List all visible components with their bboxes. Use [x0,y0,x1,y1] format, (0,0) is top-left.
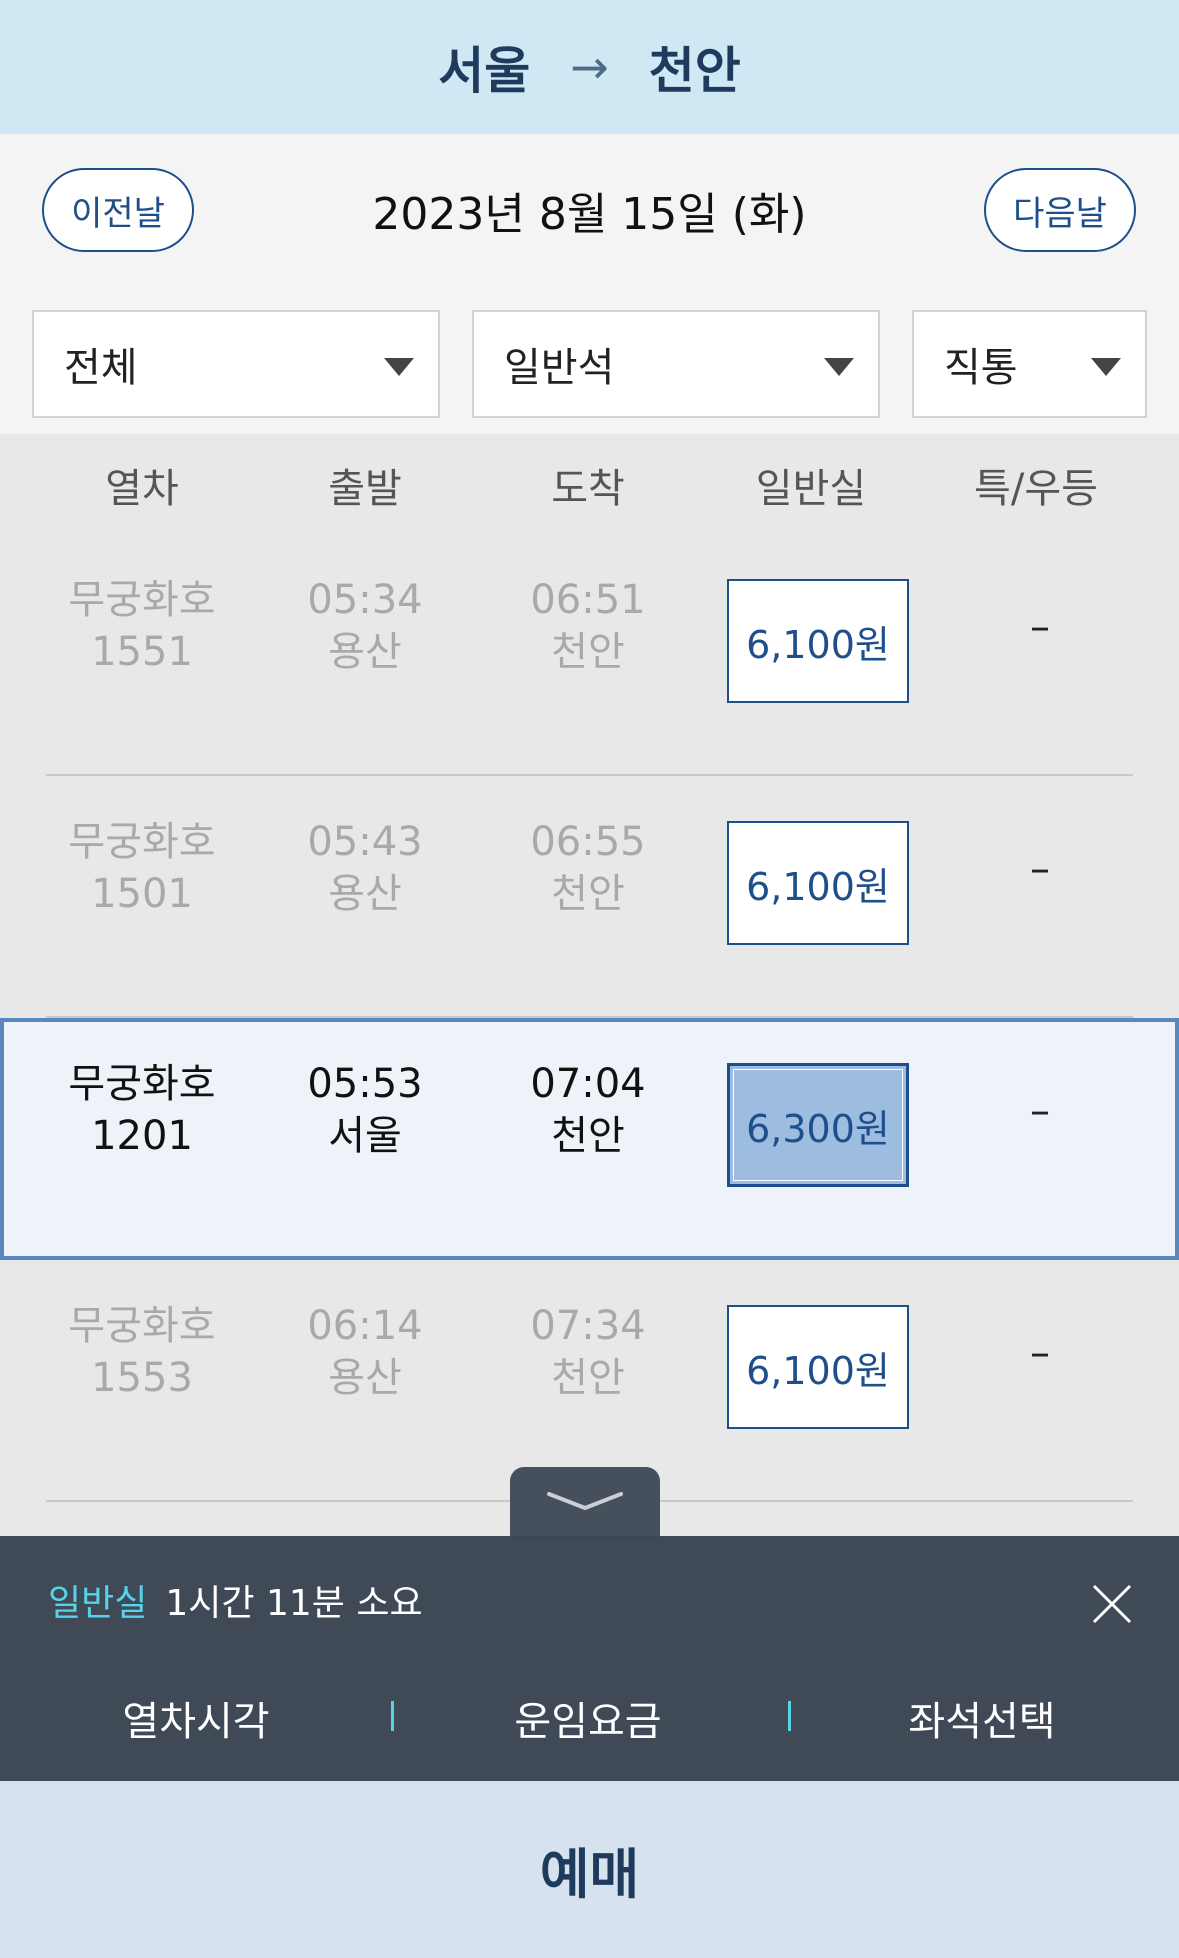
column-headers: 열차 출발 도착 일반실 특/우등 [0,434,1179,534]
standard-fare-button[interactable]: 6,100원 [727,579,909,703]
train-type-value: 전체 [64,345,138,391]
collapse-panel-button[interactable] [510,1467,660,1537]
train-row-selected[interactable]: 무궁화호 1201 05:53 서울 07:04 천안 6,300원 – [0,1018,1179,1260]
standard-fare-button[interactable]: 6,100원 [727,821,909,945]
column-header-departure: 출발 [328,466,402,512]
arrival-info: 06:55 천안 [530,819,646,917]
column-header-standard: 일반실 [755,466,867,512]
train-info: 무궁화호 1553 [68,1303,216,1401]
train-info: 무궁화호 1551 [68,577,216,675]
departure-info: 05:53 서울 [307,1061,423,1159]
caret-down-icon [384,358,414,376]
train-row[interactable]: 무궁화호 1553 06:14 용산 07:34 천안 6,100원 – [0,1260,1179,1502]
book-button[interactable]: 예매 [0,1781,1179,1958]
route-type-value: 직통 [944,345,1018,391]
departure-info: 06:14 용산 [307,1303,423,1401]
train-detail-panel: 일반실 1시간 11분 소요 열차시각 운임요금 좌석선택 [0,1536,1179,1781]
column-header-train: 열차 [105,466,179,512]
tab-fares[interactable]: 운임요금 [438,1689,738,1747]
route-type-select[interactable]: 직통 [912,310,1147,418]
arrival-info: 07:34 천안 [530,1303,646,1401]
special-fare: – [1030,846,1050,892]
caret-down-icon [824,358,854,376]
caret-down-icon [1091,358,1121,376]
arrival-info: 06:51 천안 [530,577,646,675]
arrival-station: 천안 [648,42,741,100]
column-header-special: 특/우등 [974,466,1098,512]
special-fare: – [1030,604,1050,650]
book-button-label: 예매 [539,1843,640,1906]
date-filter-area: 이전날 2023년 8월 15일 (화) 다음날 전체 일반석 직통 [0,134,1179,434]
trip-summary: 일반실 1시간 11분 소요 [48,1574,423,1626]
train-info: 무궁화호 1501 [68,819,216,917]
train-row[interactable]: 무궁화호 1501 05:43 용산 06:55 천안 6,100원 – [0,776,1179,1018]
seat-class-select[interactable]: 일반석 [472,310,880,418]
next-day-button[interactable]: 다음날 [984,168,1136,252]
tab-seat-selection[interactable]: 좌석선택 [832,1689,1132,1747]
route-arrow-icon: → [570,40,609,94]
tab-separator [788,1701,791,1731]
train-info: 무궁화호 1201 [68,1061,216,1159]
standard-fare-button[interactable]: 6,100원 [727,1305,909,1429]
special-fare: – [1030,1330,1050,1376]
seat-class-value: 일반석 [504,345,615,391]
standard-fare-button[interactable]: 6,300원 [727,1063,909,1187]
train-row[interactable]: 무궁화호 1551 05:34 용산 06:51 천안 6,100원 – [0,534,1179,776]
special-fare: – [1030,1088,1050,1134]
route-header: 서울 → 천안 [0,0,1179,134]
trip-duration: 1시간 11분 소요 [165,1583,423,1624]
tab-train-schedule[interactable]: 열차시각 [46,1689,346,1747]
seat-class-label: 일반실 [48,1583,148,1624]
departure-info: 05:43 용산 [307,819,423,917]
detail-tabs: 열차시각 운임요금 좌석선택 [0,1681,1179,1751]
chevron-down-icon [547,1492,623,1510]
train-type-select[interactable]: 전체 [32,310,440,418]
tab-separator [391,1701,394,1731]
column-header-arrival: 도착 [551,466,625,512]
arrival-info: 07:04 천안 [530,1061,646,1159]
close-icon[interactable] [1092,1584,1132,1624]
departure-station: 서울 [438,42,531,100]
departure-info: 05:34 용산 [307,577,423,675]
